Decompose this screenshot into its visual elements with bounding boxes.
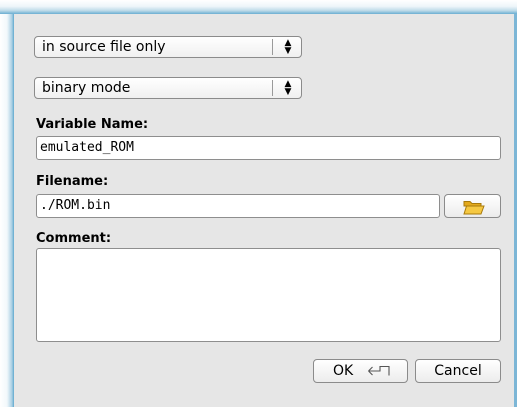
variable-name-field[interactable]: emulated_ROM	[36, 136, 501, 160]
filename-label: Filename:	[36, 174, 109, 189]
enter-key-icon	[368, 365, 390, 376]
scope-select[interactable]: in source file only ▲ ▼	[34, 36, 302, 58]
window-border-top	[0, 0, 517, 14]
ok-button-label: OK	[333, 363, 354, 379]
window-border-left	[0, 14, 14, 407]
up-down-arrows-icon: ▲ ▼	[284, 79, 292, 97]
folder-icon	[463, 201, 485, 215]
select-divider	[272, 39, 273, 55]
up-down-arrows-icon: ▲ ▼	[284, 38, 292, 56]
comment-textarea[interactable]	[36, 248, 501, 342]
cancel-button[interactable]: Cancel	[415, 359, 501, 383]
scope-select-value: in source file only	[42, 39, 166, 55]
comment-label: Comment:	[36, 231, 112, 246]
mode-select-value: binary mode	[42, 80, 131, 96]
mode-select[interactable]: binary mode ▲ ▼	[34, 77, 302, 99]
ok-button[interactable]: OK	[313, 359, 408, 383]
variable-name-label: Variable Name:	[36, 117, 149, 132]
select-divider	[272, 80, 273, 96]
dialog: in source file only ▲ ▼ binary mode ▲ ▼ Va…	[14, 14, 514, 407]
browse-file-button[interactable]	[444, 194, 501, 218]
filename-field[interactable]: ./ROM.bin	[36, 194, 440, 218]
